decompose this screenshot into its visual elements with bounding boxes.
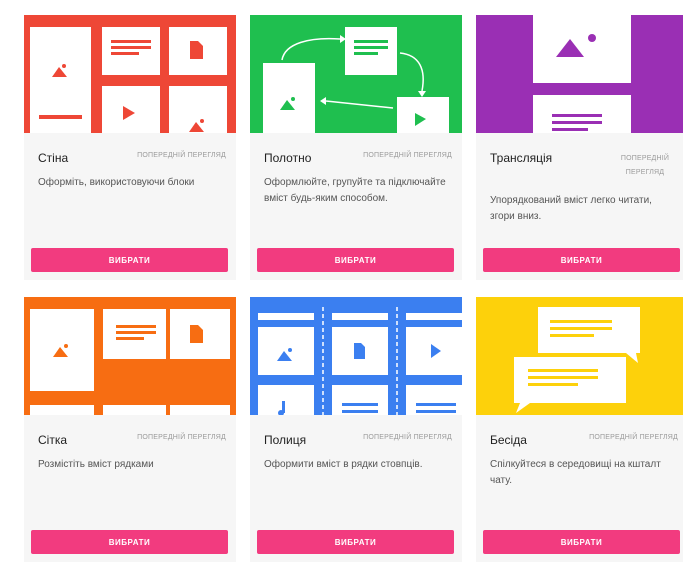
preview-link[interactable]: ПОПЕРЕДНІЙ ПЕРЕГЛЯД <box>137 152 226 159</box>
card-title: Стіна <box>38 151 69 165</box>
card-description: Спілкуйтеся в середовищі на кшталт чату. <box>490 459 661 486</box>
preview-link[interactable]: ПОПЕРЕДНІЙ ПЕРЕГЛЯД <box>363 434 452 441</box>
layout-card-shelf: Полиця ПОПЕРЕДНІЙ ПЕРЕГЛЯД Оформити вміс… <box>250 297 462 562</box>
layout-card-stream: Трансляція ПОПЕРЕДНІЙ ПЕРЕГЛЯД Упорядков… <box>476 15 683 280</box>
layout-picker-grid: Стіна ПОПЕРЕДНІЙ ПЕРЕГЛЯД Оформіть, вико… <box>0 0 683 562</box>
select-button[interactable]: ВИБРАТИ <box>257 530 454 554</box>
preview-link[interactable]: ПОПЕРЕДНІЙ ПЕРЕГЛЯД <box>612 152 678 180</box>
select-button[interactable]: ВИБРАТИ <box>483 248 680 272</box>
preview-link[interactable]: ПОПЕРЕДНІЙ ПЕРЕГЛЯД <box>589 434 678 441</box>
select-button[interactable]: ВИБРАТИ <box>257 248 454 272</box>
card-title: Трансляція <box>490 151 553 165</box>
stream-layout-icon[interactable] <box>476 15 683 133</box>
wall-layout-icon[interactable] <box>24 15 236 133</box>
card-description: Оформити вміст в рядки стовпців. <box>264 459 423 470</box>
layout-card-canvas: Полотно ПОПЕРЕДНІЙ ПЕРЕГЛЯД Оформлюйте, … <box>250 15 462 280</box>
layout-card-wall: Стіна ПОПЕРЕДНІЙ ПЕРЕГЛЯД Оформіть, вико… <box>24 15 236 280</box>
layout-card-chat: Бесіда ПОПЕРЕДНІЙ ПЕРЕГЛЯД Спілкуйтеся в… <box>476 297 683 562</box>
card-title: Полиця <box>264 433 307 447</box>
canvas-layout-icon[interactable] <box>250 15 462 133</box>
card-description: Упорядкований вміст легко читати, згори … <box>490 195 652 222</box>
preview-link[interactable]: ПОПЕРЕДНІЙ ПЕРЕГЛЯД <box>137 434 226 441</box>
card-description: Розмістіть вміст рядками <box>38 459 154 470</box>
card-description: Оформлюйте, групуйте та підключайте вміс… <box>264 177 446 204</box>
chat-layout-icon[interactable] <box>476 297 683 415</box>
select-button[interactable]: ВИБРАТИ <box>31 248 228 272</box>
preview-link[interactable]: ПОПЕРЕДНІЙ ПЕРЕГЛЯД <box>363 152 452 159</box>
layout-card-grid: Сітка ПОПЕРЕДНІЙ ПЕРЕГЛЯД Розмістіть вмі… <box>24 297 236 562</box>
card-description: Оформіть, використовуючи блоки <box>38 177 195 188</box>
select-button[interactable]: ВИБРАТИ <box>483 530 680 554</box>
grid-layout-icon[interactable] <box>24 297 236 415</box>
card-title: Бесіда <box>490 433 527 447</box>
select-button[interactable]: ВИБРАТИ <box>31 530 228 554</box>
card-title: Полотно <box>264 151 312 165</box>
shelf-layout-icon[interactable] <box>250 297 462 415</box>
card-title: Сітка <box>38 433 68 447</box>
